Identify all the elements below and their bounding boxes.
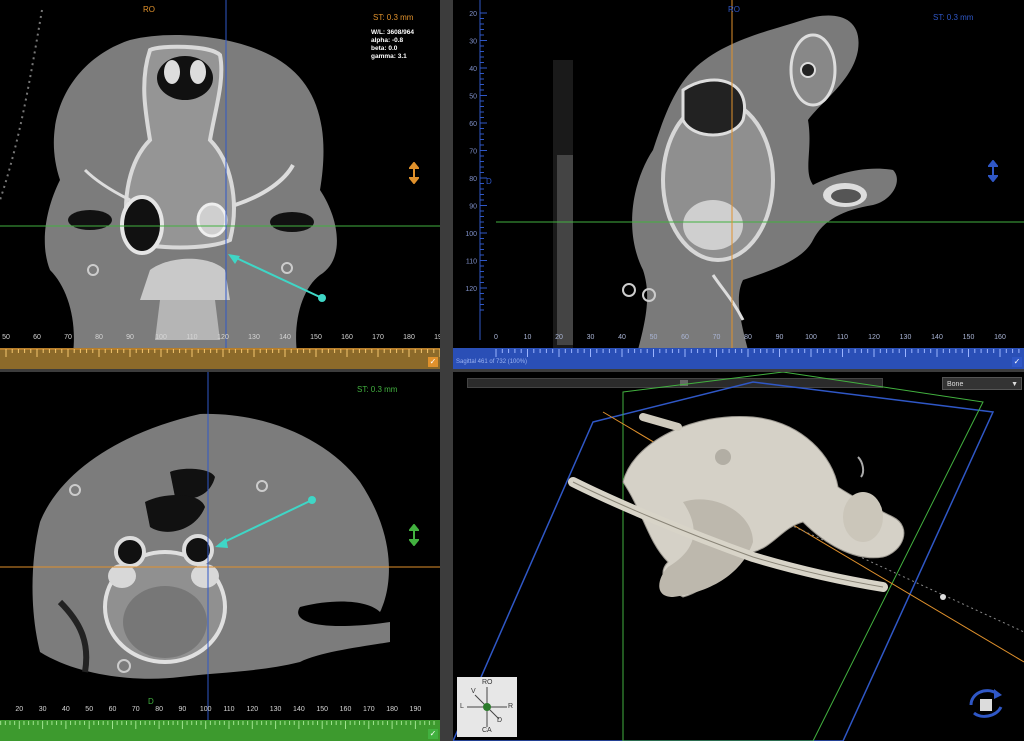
sagittal-ruler-tick-label: 10 <box>524 334 532 341</box>
volume-image[interactable] <box>453 372 1024 741</box>
sagittal-slice-thickness: ST: 0.3 mm <box>933 13 974 22</box>
axial-slice-thickness: ST: 0.3 mm <box>357 385 398 394</box>
axial-ruler-tick-label: 160 <box>340 706 352 713</box>
axial-ruler-tick-label: 170 <box>363 706 375 713</box>
vertical-arrows-icon[interactable] <box>988 160 998 182</box>
alpha-value: alpha: -0.8 <box>371 37 404 44</box>
sagittal-ruler-tick-label: 50 <box>650 334 658 341</box>
sagittal-ruler-tick-label: 70 <box>713 334 721 341</box>
axial-ruler-tick-label: 100 <box>200 706 212 713</box>
coronal-orientation-label: RO <box>143 5 155 14</box>
sagittal-ruler-tick-label: 80 <box>744 334 752 341</box>
sagittal-ruler-tick-label: 20 <box>555 334 563 341</box>
sagittal-ruler-tick-label: 100 <box>805 334 817 341</box>
axial-ruler-tick-label: 50 <box>85 706 93 713</box>
coronal-ruler-tick-label: 80 <box>95 334 103 341</box>
coronal-ruler-tick-label: 130 <box>248 334 260 341</box>
coronal-ruler-tick-label: 70 <box>64 334 72 341</box>
sagittal-side-label: D <box>486 177 492 186</box>
axial-ruler-tick-label: 190 <box>410 706 422 713</box>
axial-ruler-tick-label: 130 <box>270 706 282 713</box>
coronal-ruler-tick-label: 90 <box>126 334 134 341</box>
axial-view[interactable]: ST: 0.3 mm D 102030405060708090100110120… <box>0 372 440 741</box>
sagittal-view[interactable]: 20 30 40 50 60 70 80 90 100 110 120 RO D ST: 0.3 m… <box>453 0 1024 369</box>
coronal-ruler-tick-label: 100 <box>155 334 167 341</box>
axial-ruler-tick-label: 120 <box>246 706 258 713</box>
sagittal-ruler-tick-label: 30 <box>587 334 595 341</box>
sagittal-vertical-tick-label: 70 <box>469 149 477 156</box>
coronal-ruler-tick-label: 170 <box>372 334 384 341</box>
coronal-ruler: 5060708090100110120130140150160170180190 <box>0 327 440 369</box>
sagittal-vertical-tick-label: 120 <box>465 286 477 293</box>
axial-ruler-tick-label: 80 <box>155 706 163 713</box>
coronal-ruler-tick-label: 180 <box>403 334 415 341</box>
sagittal-ruler-tick-label: 120 <box>868 334 880 341</box>
sagittal-vertical-tick-label: 40 <box>469 66 477 73</box>
sagittal-vertical-tick-label: 80 <box>469 176 477 183</box>
coronal-ruler-tick-label: 50 <box>2 334 10 341</box>
coronal-check-icon[interactable]: ✓ <box>428 357 438 367</box>
orientation-axes-icon <box>467 687 507 727</box>
sagittal-vertical-tick-label: 50 <box>469 94 477 101</box>
sagittal-vertical-tick-label: 60 <box>469 121 477 128</box>
sagittal-vertical-tick-label: 100 <box>465 231 477 238</box>
axial-ruler: 1020304050607080901001101201301401501601… <box>0 699 440 741</box>
coronal-view[interactable]: RO ST: 0.3 mm W/L: 3608/964 alpha: -0.8 … <box>0 0 440 369</box>
axial-ruler-tick-label: 140 <box>293 706 305 713</box>
axial-ruler-tick-label: 40 <box>62 706 70 713</box>
volume-render-view[interactable]: Bone ▼ RO CA L R V D <box>453 372 1024 741</box>
sagittal-ruler: 0 10 20 30 40 50 60 70 80 90 100 110 120 130 140 150 160 <box>453 327 1024 369</box>
sagittal-ruler-tick-label: 40 <box>618 334 626 341</box>
coronal-ruler-tick-label: 160 <box>341 334 353 341</box>
window-level-info: W/L: 3608/964 alpha: -0.8 beta: 0.0 gamm… <box>371 29 414 61</box>
beta-value: beta: 0.0 <box>371 45 398 52</box>
sagittal-orientation-label: RO <box>728 5 740 14</box>
axial-ruler-tick-label: 110 <box>223 706 234 713</box>
coronal-ruler-tick-label: 110 <box>186 334 197 341</box>
sagittal-ruler-tick-label: 110 <box>837 334 848 341</box>
sagittal-ruler-tick-label: 90 <box>776 334 784 341</box>
axial-ruler-tick-label: 90 <box>179 706 187 713</box>
vertical-arrows-icon[interactable] <box>409 524 419 546</box>
axial-image[interactable] <box>0 372 440 741</box>
vertical-arrows-icon[interactable] <box>409 162 419 184</box>
sagittal-ruler-tick-label: 130 <box>900 334 912 341</box>
axial-ruler-tick-label: 180 <box>386 706 398 713</box>
orientation-cube[interactable]: RO CA L R V D <box>457 677 517 737</box>
sagittal-ruler-tick-label: 140 <box>931 334 943 341</box>
axial-ruler-tick-label: 20 <box>15 706 23 713</box>
axial-ruler-tick-label: 30 <box>39 706 47 713</box>
sagittal-status-text: Sagittal 461 of 732 (100%) <box>456 359 528 365</box>
coronal-ruler-tick-label: 60 <box>33 334 41 341</box>
sagittal-vertical-tick-label: 20 <box>469 11 477 18</box>
sagittal-ruler-tick-label: 60 <box>681 334 689 341</box>
sagittal-ruler-tick-label: 160 <box>994 334 1006 341</box>
sagittal-check-icon[interactable]: ✓ <box>1012 357 1022 367</box>
window-level-value: W/L: 3608/964 <box>371 29 414 36</box>
sagittal-image[interactable]: 2030405060708090100110120 <box>453 0 1024 369</box>
sagittal-ruler-tick-label: 0 <box>494 334 498 341</box>
rotate-view-icon[interactable] <box>966 685 1006 721</box>
coronal-slice-thickness: ST: 0.3 mm <box>373 13 414 22</box>
sagittal-vertical-tick-label: 30 <box>469 39 477 46</box>
coronal-ruler-tick-label: 140 <box>279 334 291 341</box>
axial-ruler-tick-label: 150 <box>316 706 328 713</box>
sagittal-vertical-tick-label: 110 <box>466 259 477 266</box>
axial-ruler-tick-label: 60 <box>109 706 117 713</box>
coronal-ruler-tick-label: 150 <box>310 334 322 341</box>
sagittal-vertical-tick-label: 90 <box>469 204 477 211</box>
axial-check-icon[interactable]: ✓ <box>428 729 438 739</box>
coronal-ruler-tick-label: 120 <box>217 334 229 341</box>
gamma-value: gamma: 3.1 <box>371 53 407 60</box>
axial-ruler-tick-label: 70 <box>132 706 140 713</box>
sagittal-ruler-tick-label: 150 <box>963 334 975 341</box>
